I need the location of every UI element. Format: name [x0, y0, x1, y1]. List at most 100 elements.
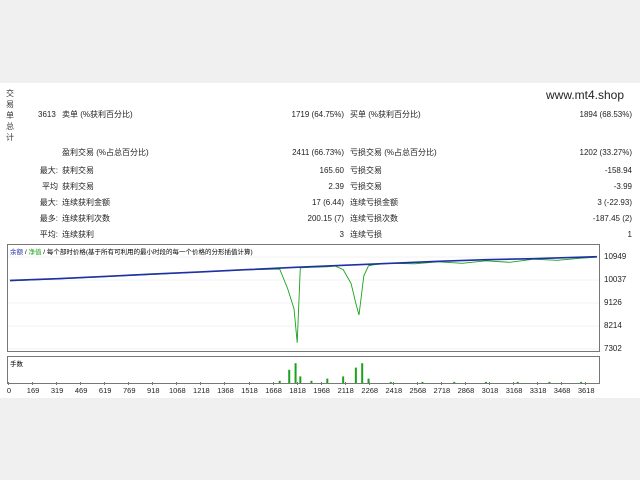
volume-bar [516, 381, 519, 383]
x-tick-label: 1968 [313, 386, 330, 395]
stat-row-label: 连续获利金额 [62, 198, 110, 207]
x-tick-mark [513, 382, 515, 385]
volume-bar [389, 381, 392, 383]
stat-row-prefix: 最大: [39, 166, 58, 175]
x-tick-mark [32, 382, 34, 385]
volume-bar [361, 363, 364, 383]
sell-trades-value: 1719 (64.75%) [291, 110, 344, 119]
y-tick-label: 10949 [604, 252, 627, 261]
x-tick-label: 469 [74, 386, 88, 395]
x-tick-mark [320, 382, 322, 385]
x-tick-label: 2268 [361, 386, 379, 395]
y-tick-label: 7302 [604, 344, 622, 353]
stat-row-value: 2411 (66.73%) [292, 148, 344, 157]
x-tick-mark [128, 382, 130, 385]
y-tick-label: 9126 [604, 297, 622, 307]
x-tick-mark [464, 382, 466, 385]
stat-row-prefix: 最大: [39, 198, 58, 207]
x-tick-mark [296, 382, 298, 385]
stat-row-prefix: 平均: [39, 230, 58, 239]
stat-row-value: 200.15 (7) [307, 214, 344, 223]
x-tick-mark [248, 382, 250, 385]
stat-row-label-right: 亏损交易 (%占总百分比) [350, 148, 437, 157]
x-tick-mark [272, 382, 274, 385]
stat-row-label: 获利交易 [62, 166, 94, 175]
buy-trades-label: 买单 (%获利百分比) [350, 110, 421, 119]
x-tick-label: 2718 [433, 386, 451, 395]
y-tick-label: 10037 [604, 275, 627, 284]
x-tick-mark [489, 382, 490, 385]
x-tick-mark [104, 382, 106, 385]
side-char: 计 [6, 133, 14, 142]
x-tick-mark [152, 382, 154, 385]
x-tick-mark [537, 382, 539, 385]
stat-row-value-right: 3 (-22.93) [597, 198, 632, 207]
x-tick-label: 2118 [337, 386, 354, 395]
x-tick-mark [344, 382, 346, 385]
x-tick-mark [200, 382, 202, 385]
stat-row-prefix: 最多: [39, 214, 58, 223]
x-tick-label: 1218 [193, 386, 210, 395]
volume-chart-svg [278, 363, 583, 383]
x-tick-label: 619 [98, 386, 112, 395]
x-tick-label: 3318 [529, 386, 547, 395]
x-tick-label: 1368 [217, 386, 234, 395]
side-char: 交 [6, 89, 14, 98]
x-tick-mark [176, 382, 178, 385]
report-side-label: 交 易 单 总 计 [6, 88, 16, 143]
stat-row-value-right: -3.99 [613, 182, 632, 191]
stat-row-value: 17 (6.44) [311, 198, 344, 207]
x-tick-label: 918 [147, 386, 160, 395]
stat-row-label-right: 连续亏损次数 [350, 214, 398, 223]
volume-bar [354, 367, 357, 383]
volume-bar [288, 369, 291, 383]
balance-chart: 余额 / 净值 / 每个部时价格(基于所有可利用的最小时段的每一个价格的分形插值… [7, 244, 600, 352]
x-tick-label: 3018 [481, 386, 499, 395]
volume-bar [294, 363, 297, 383]
stat-row-label: 连续获利次数 [62, 214, 110, 223]
volume-bar [310, 380, 313, 383]
volume-chart: 手数 [7, 356, 600, 384]
stat-row-value-right: -187.45 (2) [592, 214, 632, 223]
stat-row-label: 盈利交易 (%占总百分比) [62, 148, 149, 157]
x-tick-label: 2568 [409, 386, 427, 395]
volume-bar [484, 381, 487, 383]
x-tick-mark [561, 382, 563, 385]
x-tick-mark [585, 382, 587, 385]
volume-bar [421, 381, 424, 383]
x-tick-label: 3468 [553, 386, 571, 395]
x-tick-mark [368, 382, 370, 385]
volume-bar [278, 380, 281, 383]
stat-row-label-right: 亏损交易 [350, 182, 382, 191]
balance-chart-svg [8, 255, 599, 350]
x-tick-mark [56, 382, 58, 385]
side-char: 总 [6, 122, 14, 131]
x-tick-mark [224, 382, 226, 385]
side-char: 易 [6, 100, 14, 109]
volume-bar [326, 378, 329, 383]
stat-row-value-right: -158.94 [604, 166, 632, 175]
stat-row-value: 3 [339, 230, 344, 239]
volume-bar [580, 381, 583, 383]
x-tick-label: 3618 [577, 386, 595, 395]
stat-row-label-right: 连续亏损金额 [350, 198, 398, 207]
x-tick-label: 1818 [289, 386, 306, 395]
watermark-url: www.mt4.shop [546, 88, 625, 102]
sell-trades-label: 卖单 (%获利百分比) [62, 110, 133, 119]
stat-row-prefix: 平均 [42, 182, 58, 191]
x-tick-mark [440, 382, 442, 385]
x-tick-label: 319 [50, 386, 64, 395]
x-tick-mark [80, 382, 82, 385]
x-tick-label: 3168 [505, 386, 523, 395]
stat-row-value: 2.39 [328, 182, 344, 191]
stat-row-label-right: 亏损交易 [350, 166, 382, 175]
x-tick-mark [392, 382, 394, 385]
stat-row-value: 165.60 [319, 166, 344, 175]
x-tick-label: 2418 [385, 386, 403, 395]
stat-row-value-right: 1202 (33.27%) [579, 148, 632, 157]
total-trades-value: 3613 [38, 110, 56, 119]
x-tick-label: 769 [122, 386, 136, 395]
equity-series-line [9, 256, 598, 343]
stat-row-label: 连续获利 [62, 230, 94, 239]
x-tick-label: 1068 [169, 386, 186, 395]
